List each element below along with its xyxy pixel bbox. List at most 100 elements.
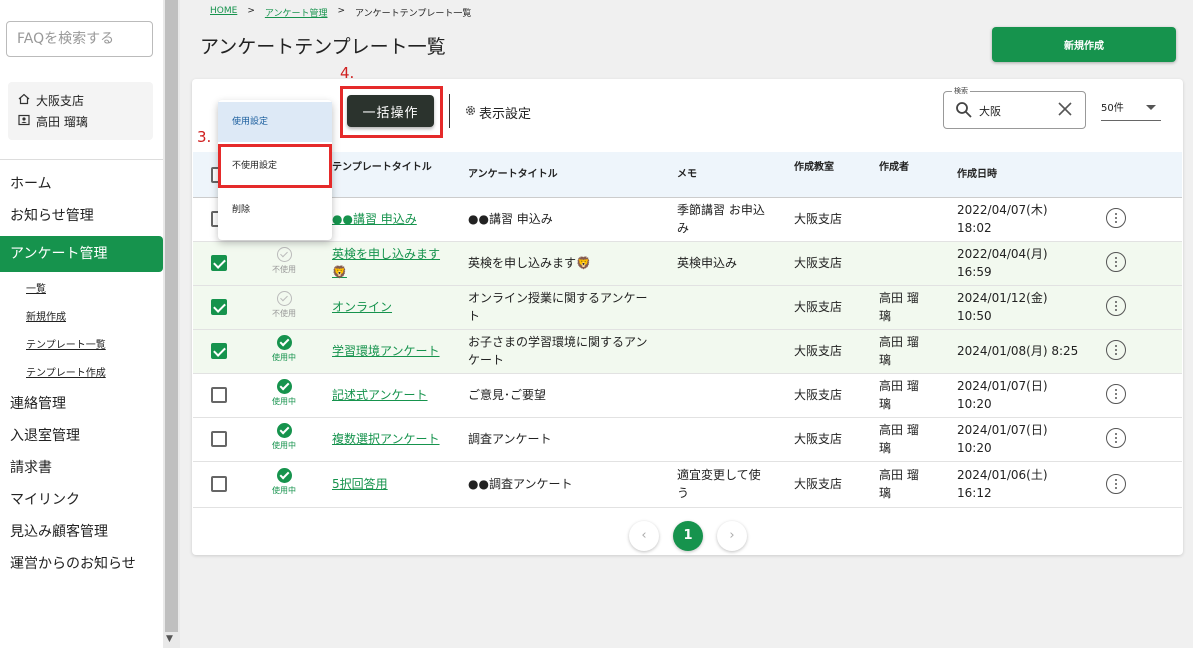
status-badge: 使用中 [264,379,304,407]
sidebar-item-news[interactable]: お知らせ管理 [0,200,163,232]
prev-page-button[interactable]: ‹ [629,521,659,551]
more-options-icon[interactable] [1106,208,1126,228]
per-page-select[interactable]: 50件 [1101,99,1161,121]
memo: 英検申込み [677,256,738,270]
created-at: 2024/01/08(月) 8:25 [957,344,1079,358]
more-options-icon[interactable] [1106,384,1126,404]
new-create-button[interactable]: 新規作成 [992,27,1176,62]
memo: 適宜変更して使う [677,468,761,500]
sidebar-scrollbar-thumb[interactable] [165,0,178,632]
template-title-link[interactable]: 学習環境アンケート [332,342,440,360]
status-badge: 使用中 [264,468,304,496]
row-checkbox[interactable] [211,299,227,315]
template-title-link[interactable]: ●●講習 申込み [332,210,417,228]
sidebar-item-mylink[interactable]: マイリンク [0,484,163,516]
annotation-step3: 3. [197,128,212,146]
sidebar-item-prospects[interactable]: 見込み顧客管理 [0,516,163,548]
annotation-step4: 4. [340,64,355,82]
row-checkbox[interactable] [211,431,227,447]
breadcrumb: HOME > アンケート管理 > アンケートテンプレート一覧 [210,6,471,19]
template-title-link[interactable]: 記述式アンケート [332,386,428,404]
sidebar-item-entry-exit[interactable]: 入退室管理 [0,420,163,452]
bulk-action-menu: 使用設定 不使用設定 削除 [218,100,332,240]
more-options-icon[interactable] [1106,428,1126,448]
survey-title: ●●調査アンケート [468,477,573,491]
row-checkbox[interactable] [211,476,227,492]
creator: 高田 瑠璃 [879,423,919,455]
row-checkbox[interactable] [211,343,227,359]
row-checkbox[interactable] [211,255,227,271]
classroom: 大阪支店 [794,477,843,491]
scroll-down-arrow-icon[interactable]: ▼ [166,634,173,644]
breadcrumb-current: アンケートテンプレート一覧 [355,9,472,19]
sidebar-item-survey[interactable]: アンケート管理 [0,236,163,272]
per-page-value: 50件 [1101,103,1124,114]
search-input[interactable]: 検索 大阪 [943,86,1086,129]
classroom: 大阪支店 [794,300,843,314]
creator: 高田 瑠璃 [879,379,919,411]
menu-item-delete[interactable]: 削除 [218,190,332,230]
more-options-icon[interactable] [1106,340,1126,360]
survey-title: オンライン授業に関するアンケート [468,291,648,323]
sidebar-sub-template-list[interactable]: テンプレート一覧 [0,332,163,360]
classroom: 大阪支店 [794,388,843,402]
gear-icon [464,104,477,121]
user-name: 高田 瑠璃 [36,115,88,129]
survey-title: ご意見･ご要望 [468,388,547,402]
sidebar-item-home[interactable]: ホーム [0,168,163,200]
row-checkbox[interactable] [211,387,227,403]
classroom: 大阪支店 [794,432,843,446]
branch-name: 大阪支店 [36,94,85,108]
check-circle-icon [276,379,292,394]
breadcrumb-separator: > [337,6,346,16]
status-badge: 使用中 [264,423,304,451]
sidebar-sub-new[interactable]: 新規作成 [0,304,163,332]
sidebar-item-operator-news[interactable]: 運営からのお知らせ [0,548,163,580]
sidebar: 大阪支店 高田 瑠璃 ホーム お知らせ管理 アンケート管理 一覧 新規作成 テン… [0,0,163,648]
created-at: 2024/01/07(日) 10:20 [957,423,1048,455]
search-label: 検索 [952,86,970,96]
memo: 季節講習 お申込み [677,203,765,235]
more-options-icon[interactable] [1106,252,1126,272]
page-1-button[interactable]: 1 [673,521,703,551]
created-at: 2024/01/06(土) 16:12 [957,468,1048,500]
template-title-link[interactable]: 複数選択アンケート [332,430,440,448]
created-at: 2022/04/07(木) 18:02 [957,203,1048,235]
next-page-button[interactable]: › [717,521,747,551]
sidebar-item-invoice[interactable]: 請求書 [0,452,163,484]
display-settings-button[interactable]: 表示設定 [464,103,531,122]
header-memo: メモ [677,169,697,180]
header-created-at: 作成日時 [957,169,997,180]
menu-item-disable[interactable]: 不使用設定 [218,146,332,186]
more-options-icon[interactable] [1106,474,1126,494]
survey-title: 英検を申し込みます🦁 [468,256,591,270]
sidebar-divider [0,159,163,160]
breadcrumb-survey[interactable]: アンケート管理 [265,6,328,19]
sidebar-sub-list[interactable]: 一覧 [0,276,163,304]
faq-search-input[interactable] [6,21,153,57]
template-title-link[interactable]: 5択回答用 [332,475,388,493]
sidebar-sub-template-create[interactable]: テンプレート作成 [0,360,163,388]
more-options-icon[interactable] [1106,296,1126,316]
status-badge: 不使用 [264,291,304,319]
template-title-link[interactable]: オンライン [332,298,392,316]
created-at: 2022/04/04(月) 16:59 [957,247,1048,279]
created-at: 2024/01/07(日) 10:20 [957,379,1048,411]
creator: 高田 瑠璃 [879,291,919,323]
clear-icon[interactable] [1057,101,1073,121]
status-badge: 不使用 [264,247,304,275]
creator: 高田 瑠璃 [879,468,919,500]
check-circle-icon [276,423,292,438]
check-circle-icon [276,291,292,306]
menu-item-enable[interactable]: 使用設定 [218,102,332,142]
survey-title: ●●講習 申込み [468,212,553,226]
chevron-down-icon [1146,105,1156,110]
sidebar-menu: ホーム お知らせ管理 アンケート管理 一覧 新規作成 テンプレート一覧 テンプレ… [0,168,163,580]
header-survey-title: アンケートタイトル [468,169,558,180]
check-circle-icon [276,247,292,262]
breadcrumb-home[interactable]: HOME [210,6,237,19]
template-title-link[interactable]: 英検を申し込みます🦁 [332,245,447,281]
sidebar-item-contact[interactable]: 連絡管理 [0,388,163,420]
bulk-action-button[interactable]: 一括操作 [347,95,434,127]
survey-title: 調査アンケート [468,432,552,446]
